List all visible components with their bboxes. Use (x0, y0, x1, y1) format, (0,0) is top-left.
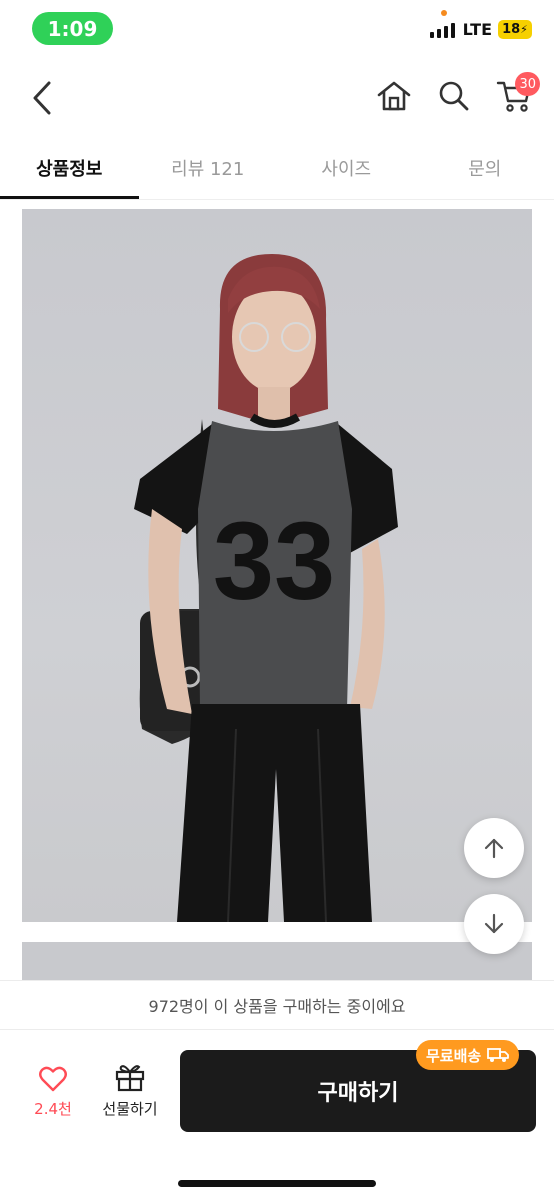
cart-count-badge: 30 (515, 72, 540, 96)
like-count: 2.4천 (34, 1100, 72, 1118)
product-tabs: 상품정보 리뷰 121 사이즈 문의 (0, 140, 554, 200)
scroll-down-button[interactable] (464, 894, 524, 954)
cart-button[interactable]: 30 (494, 72, 540, 118)
model-photo: 33 (134, 254, 398, 922)
status-bar: 1:09 LTE 18 ⚡ (0, 0, 554, 60)
scroll-up-button[interactable] (464, 818, 524, 878)
product-image-next (22, 942, 532, 982)
tab-reviews[interactable]: 리뷰 121 (139, 140, 278, 196)
tab-inquiry[interactable]: 문의 (416, 140, 554, 196)
tab-product-info[interactable]: 상품정보 (0, 140, 139, 199)
free-shipping-label: 무료배송 (426, 1046, 482, 1065)
search-button[interactable] (434, 74, 474, 118)
home-icon (377, 81, 411, 111)
privacy-indicator (441, 10, 447, 16)
search-icon (439, 81, 469, 111)
gift-button[interactable]: 선물하기 (96, 1062, 164, 1126)
top-nav: 30 (0, 60, 554, 136)
arrow-down-icon (484, 913, 504, 934)
home-indicator (178, 1180, 376, 1187)
arrow-up-icon (484, 838, 504, 859)
truck-icon (487, 1048, 510, 1062)
network-label: LTE (462, 20, 492, 39)
purchase-notice: 972명이 이 상품을 구매하는 중이에요 (0, 980, 554, 1030)
tabs-divider (0, 199, 554, 200)
status-time: 1:09 (32, 12, 113, 45)
home-button[interactable] (374, 74, 414, 118)
battery-icon: 18 ⚡ (498, 20, 532, 39)
back-button[interactable] (24, 76, 60, 120)
shirt-number: 33 (213, 500, 335, 623)
status-indicators: LTE 18 ⚡ (429, 20, 532, 39)
product-image[interactable]: 33 (22, 209, 532, 922)
chevron-left-icon (33, 81, 51, 115)
heart-icon (39, 1066, 67, 1092)
signal-icon (429, 22, 455, 38)
tab-size[interactable]: 사이즈 (277, 140, 416, 196)
gift-label: 선물하기 (102, 1100, 158, 1118)
bottom-action-bar: 2.4천 선물하기 구매하기 무료배송 (0, 1030, 554, 1200)
gift-icon (115, 1065, 145, 1092)
battery-level: 18 (502, 22, 521, 37)
like-button[interactable]: 2.4천 (28, 1066, 78, 1126)
free-shipping-badge: 무료배송 (416, 1040, 520, 1070)
